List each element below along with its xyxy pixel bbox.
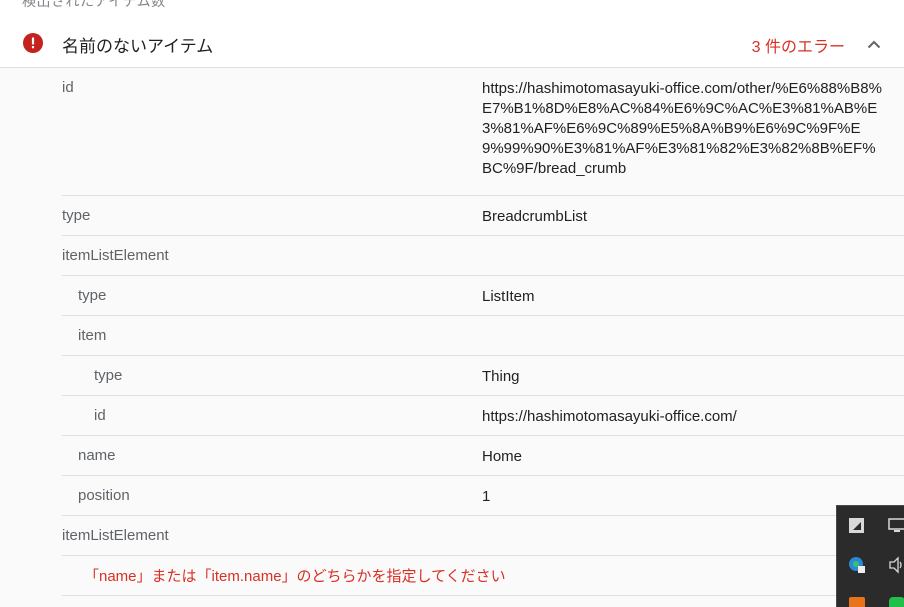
item-title: 名前のないアイテム [62, 37, 214, 56]
error-count-label: 3 件のエラー [751, 39, 845, 56]
chevron-up-icon[interactable] [865, 35, 883, 53]
property-value: 1 [482, 488, 491, 505]
property-value: https://hashimotomasayuki-office.com/ [482, 408, 737, 425]
item-details: id https://hashimotomasayuki-office.com/… [0, 68, 904, 607]
system-tray-popup [836, 505, 904, 607]
app-icon[interactable] [848, 596, 866, 607]
property-key: type [94, 367, 123, 384]
table-row: name Home [62, 436, 904, 476]
property-key: type [62, 207, 91, 224]
edge-update-icon[interactable] [848, 556, 866, 574]
volume-icon[interactable] [888, 556, 904, 574]
table-row: itemListElement [62, 236, 904, 276]
property-table: id https://hashimotomasayuki-office.com/… [62, 68, 904, 596]
property-value: Home [482, 448, 523, 465]
table-row: position 1 [62, 476, 904, 516]
error-message: 「name」または「item.name」のどちらかを指定してください [84, 568, 506, 585]
table-row: id https://hashimotomasayuki-office.com/… [62, 68, 904, 196]
table-row: id https://hashimotomasayuki-office.com/ [62, 396, 904, 436]
property-key: name [78, 447, 116, 464]
property-key: id [62, 79, 74, 96]
table-row: type BreadcrumbList [62, 196, 904, 236]
property-key: id [94, 407, 106, 424]
table-row: type Thing [62, 356, 904, 396]
property-key: itemListElement [62, 527, 169, 544]
snipping-tool-icon[interactable] [848, 517, 866, 535]
table-row: type ListItem [62, 276, 904, 316]
network-icon[interactable] [888, 517, 904, 535]
table-row: item [62, 316, 904, 356]
property-value: BreadcrumbList [482, 208, 588, 225]
detected-items-caption: 検出されたアイテム数 [22, 0, 166, 9]
property-key: item [78, 327, 107, 344]
property-value: https://hashimotomasayuki-office.com/oth… [482, 80, 882, 177]
error-message-row: 「name」または「item.name」のどちらかを指定してください [62, 556, 904, 596]
property-key: type [78, 287, 107, 304]
table-row: itemListElement [62, 516, 904, 556]
structured-data-report: 検出されたアイテム数 名前のないアイテム 3 件のエラー id https://… [0, 0, 904, 607]
line-icon[interactable] [888, 596, 904, 607]
error-circle-icon [23, 33, 43, 53]
property-key: position [78, 487, 130, 504]
item-header[interactable]: 名前のないアイテム 3 件のエラー [0, 18, 904, 68]
property-key: itemListElement [62, 247, 169, 264]
property-value: Thing [482, 368, 520, 385]
property-value: ListItem [482, 288, 535, 305]
